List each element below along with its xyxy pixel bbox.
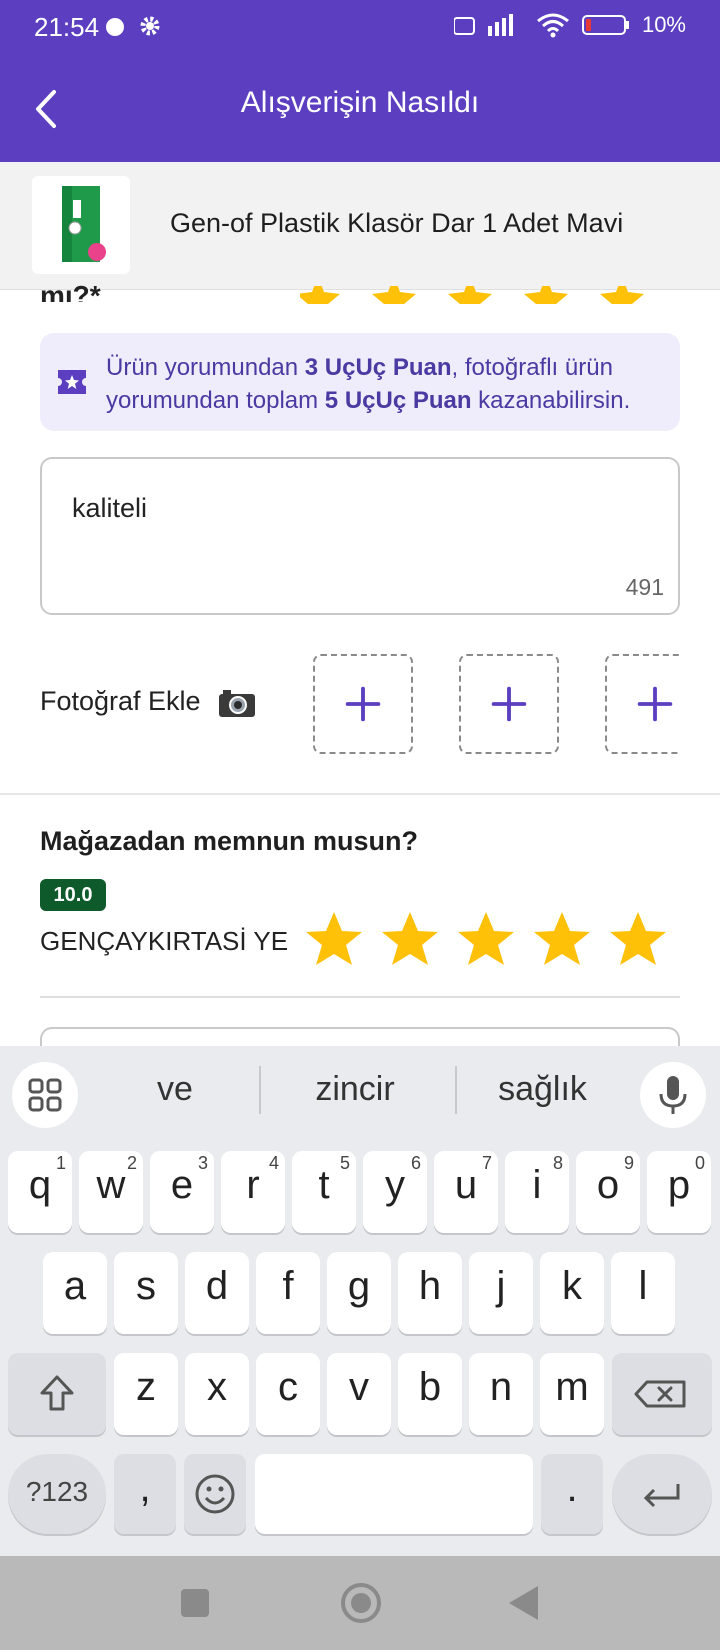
- key-e[interactable]: e3: [150, 1151, 214, 1233]
- key-s[interactable]: s: [114, 1252, 178, 1334]
- add-photo-label: Fotoğraf Ekle: [40, 686, 256, 718]
- suggestion-1[interactable]: ve: [120, 1070, 230, 1109]
- add-photo-slot-1[interactable]: [313, 654, 413, 754]
- symbols-key[interactable]: ?123: [8, 1454, 106, 1534]
- star-icon-1[interactable]: [304, 910, 364, 968]
- star-ticket-icon: [58, 370, 86, 394]
- store-question: Mağazadan memnun musun?: [40, 826, 419, 856]
- suggestion-2[interactable]: zincir: [290, 1070, 420, 1109]
- enter-key[interactable]: [612, 1454, 712, 1534]
- star-icon-3[interactable]: [456, 910, 516, 968]
- points-info-text: Ürün yorumundan 3 UçUç Puan, fotoğraflı …: [106, 354, 631, 414]
- star-icon-5[interactable]: [608, 910, 668, 968]
- shift-icon: [40, 1375, 74, 1411]
- store-rating-stars: [304, 910, 668, 968]
- suggestion-bar: ve zincir sağlık: [0, 1046, 720, 1142]
- space-key[interactable]: [255, 1454, 533, 1534]
- notification-icon: [106, 18, 124, 36]
- voice-input-button[interactable]: [640, 1062, 706, 1128]
- review-text-value: kaliteli: [72, 493, 148, 523]
- key-z[interactable]: z: [114, 1353, 178, 1435]
- plus-icon: [345, 686, 381, 722]
- key-h[interactable]: h: [398, 1252, 462, 1334]
- signal-icon: [453, 14, 513, 36]
- page-title: Alışverişin Nasıldı: [240, 86, 480, 119]
- question-partial: mı?*: [40, 280, 101, 302]
- emoji-icon: [195, 1474, 235, 1514]
- shift-key[interactable]: [8, 1353, 106, 1435]
- emoji-key[interactable]: [184, 1454, 246, 1534]
- microphone-icon: [659, 1076, 687, 1114]
- add-photo-slot-3[interactable]: [605, 654, 680, 754]
- key-g[interactable]: g: [327, 1252, 391, 1334]
- key-r[interactable]: r4: [221, 1151, 285, 1233]
- wifi-icon: [537, 13, 569, 38]
- status-bar: 21:54 10%: [0, 0, 720, 56]
- store-name: GENÇAYKIRTASİ YE: [40, 926, 289, 956]
- store-divider: [40, 996, 680, 998]
- suggestion-3[interactable]: sağlık: [480, 1070, 605, 1109]
- key-d[interactable]: d: [185, 1252, 249, 1334]
- key-b[interactable]: b: [398, 1353, 462, 1435]
- system-nav-bar: [0, 1556, 720, 1650]
- key-w[interactable]: w2: [79, 1151, 143, 1233]
- key-i[interactable]: i8: [505, 1151, 569, 1233]
- period-key[interactable]: .: [541, 1454, 603, 1534]
- recents-icon[interactable]: [178, 1586, 212, 1620]
- key-a[interactable]: a: [43, 1252, 107, 1334]
- battery-icon: [581, 15, 629, 35]
- key-k[interactable]: k: [540, 1252, 604, 1334]
- enter-icon: [643, 1484, 680, 1508]
- key-n[interactable]: n: [469, 1353, 533, 1435]
- product-header: Gen-of Plastik Klasör Dar 1 Adet Mavi: [0, 162, 720, 290]
- plus-icon: [491, 686, 527, 722]
- review-textarea[interactable]: kaliteli 491: [40, 457, 680, 615]
- plus-icon: [637, 686, 673, 722]
- star-icon-2[interactable]: [380, 910, 440, 968]
- gear-icon: [140, 16, 160, 36]
- star-icon-4[interactable]: [532, 910, 592, 968]
- key-j[interactable]: j: [469, 1252, 533, 1334]
- key-p[interactable]: p0: [647, 1151, 711, 1233]
- key-x[interactable]: x: [185, 1353, 249, 1435]
- app-bar: Alışverişin Nasıldı: [0, 56, 720, 162]
- key-q[interactable]: q1: [8, 1151, 72, 1233]
- camera-icon: [219, 689, 256, 717]
- key-o[interactable]: o9: [576, 1151, 640, 1233]
- product-image: [32, 176, 130, 274]
- product-name: Gen-of Plastik Klasör Dar 1 Adet Mavi: [170, 208, 624, 238]
- status-time: 21:54: [34, 12, 100, 42]
- comma-key[interactable]: ,: [114, 1454, 176, 1534]
- back-nav-icon[interactable]: [506, 1584, 542, 1622]
- store-score-badge: 10.0: [40, 879, 106, 911]
- key-l[interactable]: l: [611, 1252, 675, 1334]
- add-photo-slot-2[interactable]: [459, 654, 559, 754]
- key-v[interactable]: v: [327, 1353, 391, 1435]
- product-rating-stars-peek: [300, 286, 680, 304]
- battery-percent: 10%: [641, 12, 686, 37]
- key-f[interactable]: f: [256, 1252, 320, 1334]
- backspace-icon: [634, 1380, 686, 1408]
- points-info-banner: Ürün yorumundan 3 UçUç Puan, fotoğraflı …: [40, 333, 680, 431]
- on-screen-keyboard: ve zincir sağlık q1w2e3r4t5y6u7i8o9p0 as…: [0, 1046, 720, 1556]
- key-m[interactable]: m: [540, 1353, 604, 1435]
- home-icon[interactable]: [340, 1582, 382, 1624]
- key-c[interactable]: c: [256, 1353, 320, 1435]
- apps-grid-button[interactable]: [12, 1062, 78, 1128]
- key-t[interactable]: t5: [292, 1151, 356, 1233]
- character-counter: 491: [625, 574, 664, 600]
- grid-icon: [28, 1078, 62, 1112]
- key-u[interactable]: u7: [434, 1151, 498, 1233]
- key-y[interactable]: y6: [363, 1151, 427, 1233]
- section-divider: [0, 793, 720, 795]
- backspace-key[interactable]: [612, 1353, 712, 1435]
